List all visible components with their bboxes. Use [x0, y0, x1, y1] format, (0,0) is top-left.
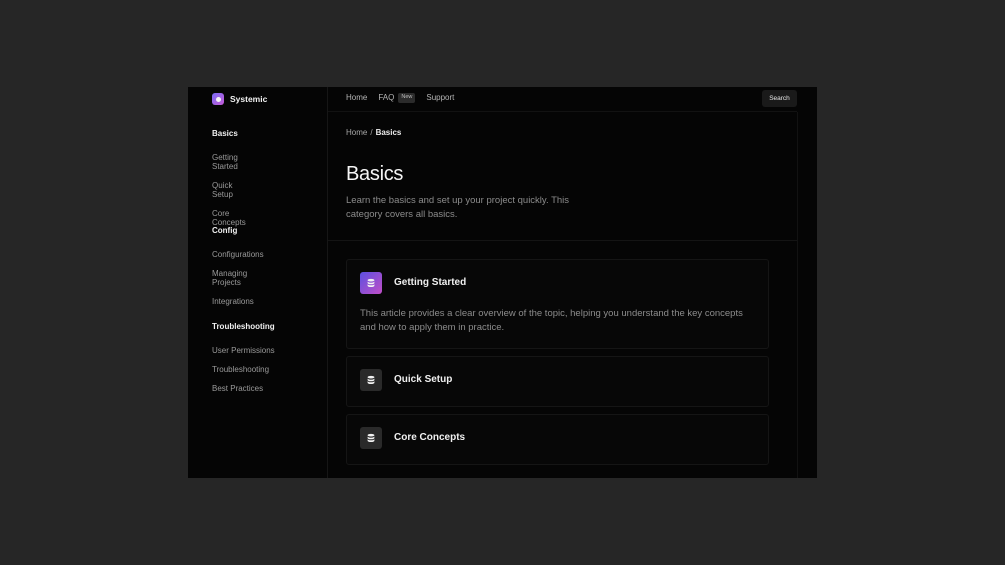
- nav-group-basics: Basics Getting Started Quick Setup Core …: [212, 129, 246, 227]
- sidebar-item-user-permissions[interactable]: User Permissions: [212, 346, 275, 355]
- nav-group-title: Config: [212, 226, 238, 235]
- app-window: Systemic Basics Getting Started Quick Se…: [188, 87, 817, 478]
- article-card-getting-started[interactable]: Getting Started This article provides a …: [346, 259, 769, 349]
- nav-link-support[interactable]: Support: [426, 93, 454, 102]
- top-bar: Home FAQ New Support Search: [328, 87, 797, 112]
- breadcrumb: Home / Basics: [346, 128, 401, 137]
- nav-link-home[interactable]: Home: [346, 93, 367, 102]
- article-card-quick-setup[interactable]: Quick Setup: [346, 356, 769, 407]
- card-title: Quick Setup: [394, 374, 453, 385]
- page-title: Basics: [346, 163, 404, 185]
- sidebar-item-getting-started[interactable]: Getting Started: [212, 153, 246, 171]
- card-title: Core Concepts: [394, 432, 466, 443]
- nav-group-config: Config Configurations Managing Projects …: [212, 226, 264, 306]
- brand[interactable]: Systemic: [212, 92, 267, 106]
- brand-name: Systemic: [230, 94, 268, 104]
- page-description: Learn the basics and set up your project…: [346, 195, 570, 220]
- search-button[interactable]: Search: [762, 90, 797, 107]
- breadcrumb-current: Basics: [375, 128, 402, 137]
- database-icon: [360, 369, 382, 391]
- breadcrumb-separator: /: [370, 128, 373, 137]
- sidebar: Systemic Basics Getting Started Quick Se…: [188, 87, 328, 478]
- systemic-logo-icon: [212, 93, 224, 105]
- top-nav: Home FAQ New Support: [346, 93, 454, 103]
- main-content: Home / Basics Basics Learn the basics an…: [328, 112, 798, 478]
- database-icon: [360, 272, 382, 294]
- nav-link-faq[interactable]: FAQ New: [378, 93, 416, 103]
- new-badge: New: [398, 93, 416, 103]
- nav-group-title: Basics: [212, 129, 238, 138]
- breadcrumb-home[interactable]: Home: [346, 128, 367, 137]
- nav-link-faq-label: FAQ: [378, 93, 395, 103]
- sidebar-item-troubleshooting[interactable]: Troubleshooting: [212, 365, 275, 374]
- sidebar-item-best-practices[interactable]: Best Practices: [212, 384, 275, 393]
- sidebar-item-quick-setup[interactable]: Quick Setup: [212, 181, 246, 199]
- nav-group-troubleshooting: Troubleshooting User Permissions Trouble…: [212, 322, 275, 393]
- article-card-core-concepts[interactable]: Core Concepts: [346, 414, 769, 465]
- card-description: This article provides a clear overview o…: [360, 308, 743, 333]
- sidebar-item-core-concepts[interactable]: Core Concepts: [212, 209, 246, 227]
- header-divider: [328, 240, 797, 241]
- sidebar-item-integrations[interactable]: Integrations: [212, 297, 264, 306]
- card-title: Getting Started: [394, 277, 467, 288]
- sidebar-item-managing-projects[interactable]: Managing Projects: [212, 269, 264, 287]
- database-icon: [360, 427, 382, 449]
- nav-group-title: Troubleshooting: [212, 322, 275, 331]
- sidebar-item-configurations[interactable]: Configurations: [212, 250, 264, 259]
